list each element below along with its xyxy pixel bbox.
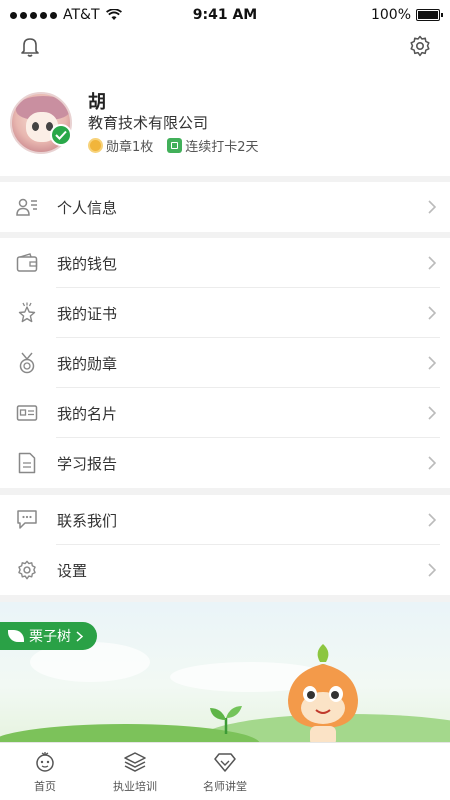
diamond-icon (214, 752, 236, 772)
brand-button[interactable]: 栗子树 (0, 622, 97, 650)
chevron-right-icon (428, 563, 436, 577)
wifi-icon (105, 9, 122, 20)
tab-lectures[interactable]: 名师讲堂 (180, 743, 270, 800)
checkin-stat[interactable]: 连续打卡2天 (167, 136, 259, 155)
menu-label-medal: 我的勋章 (57, 354, 118, 373)
user-card-icon (16, 196, 38, 218)
profile-stats: 勋章1枚 连续打卡2天 (88, 136, 259, 155)
id-card-icon (16, 402, 38, 424)
gear-icon[interactable] (408, 34, 432, 58)
battery-icon (416, 9, 443, 21)
menu-item-contact[interactable]: 联系我们 (0, 495, 450, 545)
chat-icon (16, 509, 38, 531)
chevron-right-icon (428, 356, 436, 370)
menu-label-wallet: 我的钱包 (57, 254, 118, 273)
chevron-right-icon (428, 513, 436, 527)
company-name: 教育技术有限公司 (88, 114, 209, 132)
verified-badge (50, 124, 72, 146)
settings-icon (16, 559, 38, 581)
battery-percent: 100% (370, 7, 411, 23)
checkin-stat-label: 连续打卡2天 (185, 140, 259, 155)
menu-item-settings[interactable]: 设置 (0, 545, 450, 595)
chevron-right-icon (428, 406, 436, 420)
bottom-tab-bar: 首页 执业培训 名师讲堂 (0, 742, 450, 800)
medal-stat[interactable]: 勋章1枚 (88, 136, 153, 155)
menu-item-personal-info[interactable]: 个人信息 (0, 182, 450, 232)
calendar-icon (167, 138, 183, 153)
menu-item-business-card[interactable]: 我的名片 (0, 388, 450, 438)
menu-label-personal-info: 个人信息 (57, 198, 118, 217)
layers-icon (124, 751, 146, 772)
menu-item-certificate[interactable]: 我的证书 (0, 288, 450, 338)
brand-label: 栗子树 (29, 629, 71, 645)
bell-icon[interactable] (18, 34, 42, 58)
tab-label: 名师讲堂 (203, 779, 247, 793)
promo-banner[interactable]: 栗子树 (0, 602, 450, 742)
chevron-right-icon (76, 630, 83, 642)
star-badge-icon (16, 302, 38, 324)
sprout-icon (210, 706, 242, 734)
home-icon (36, 751, 54, 772)
tab-label: 首页 (34, 779, 56, 793)
chevron-right-icon (428, 200, 436, 214)
status-bar: AT&T 9:41 AM 100% (0, 0, 450, 30)
medal-stat-label: 勋章1枚 (106, 140, 154, 155)
medal-icon (88, 138, 103, 153)
menu-label-settings: 设置 (57, 561, 88, 580)
section-assets: 我的钱包 我的证书 我的勋章 我的名片 学习报告 (0, 238, 450, 488)
tab-home[interactable]: 首页 (0, 743, 90, 800)
menu-label-business-card: 我的名片 (57, 404, 118, 423)
menu-label-study-report: 学习报告 (57, 454, 118, 473)
user-name: 胡 (88, 92, 106, 113)
menu-item-study-report[interactable]: 学习报告 (0, 438, 450, 488)
menu-label-certificate: 我的证书 (57, 304, 118, 323)
menu-item-medal[interactable]: 我的勋章 (0, 338, 450, 388)
status-right: 100% (290, 7, 443, 23)
carrier-label: AT&T (63, 7, 100, 23)
wallet-icon (16, 252, 38, 274)
section-support: 联系我们 设置 (0, 495, 450, 595)
menu-label-contact: 联系我们 (57, 511, 118, 530)
signal-icon (10, 11, 57, 19)
menu-item-wallet[interactable]: 我的钱包 (0, 238, 450, 288)
tab-training[interactable]: 执业培训 (90, 743, 180, 800)
section-personal: 个人信息 (0, 182, 450, 232)
chevron-right-icon (428, 306, 436, 320)
leaf-icon (8, 630, 24, 642)
tab-label: 执业培训 (113, 779, 157, 793)
status-left: AT&T (10, 7, 160, 23)
check-icon (55, 130, 67, 140)
clock: 9:41 AM (192, 7, 258, 23)
chestnut-mascot (288, 644, 358, 742)
chevron-right-icon (428, 256, 436, 270)
medal-outline-icon (16, 352, 38, 374)
document-icon (16, 452, 38, 474)
profile-header: 胡 教育技术有限公司 勋章1枚 连续打卡2天 (0, 30, 450, 176)
chevron-right-icon (428, 456, 436, 470)
